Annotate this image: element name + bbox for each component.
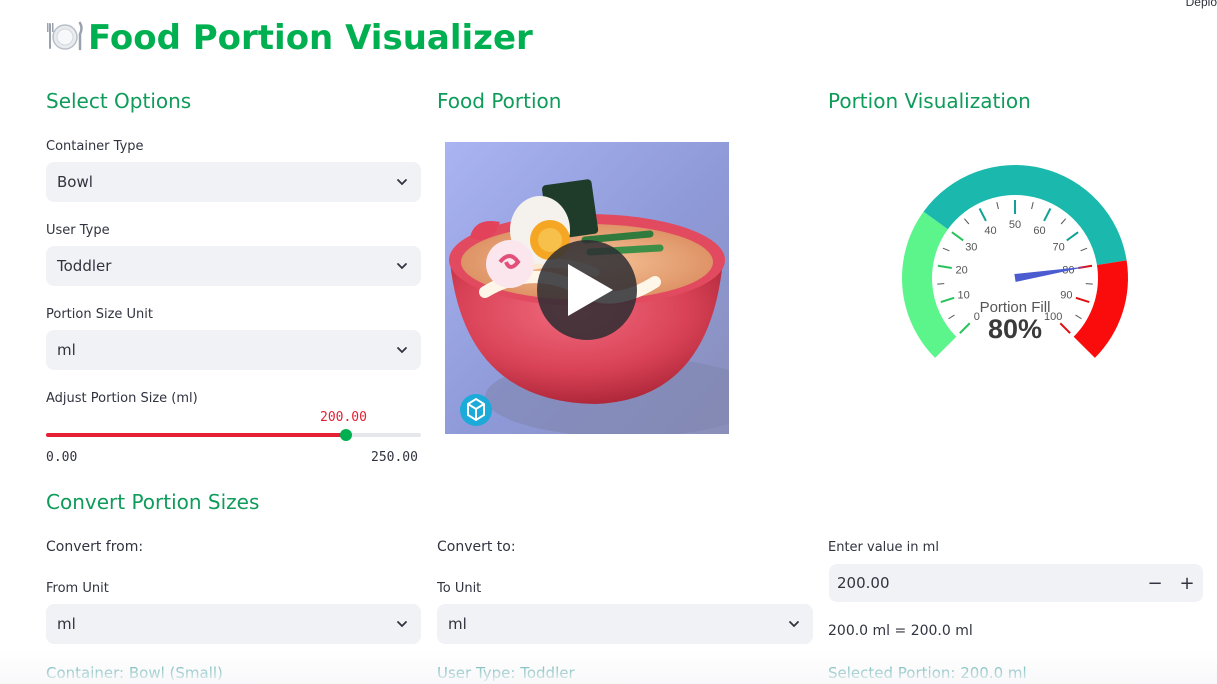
portion-gauge: 0102030405060708090100 Portion Fill 80% [902,165,1128,358]
slider-min-label: 0.00 [46,450,78,465]
increment-button[interactable]: + [1171,564,1203,602]
user-type-label: User Type [46,223,110,238]
chevron-down-icon [789,621,799,628]
chevron-down-icon [397,179,407,186]
portion-slider-track[interactable] [46,433,421,437]
page-title: Food Portion Visualizer [46,18,533,58]
decrement-button[interactable]: − [1139,564,1171,602]
portion-unit-value: ml [57,341,76,359]
conversion-result: 200.0 ml = 200.0 ml [828,623,973,639]
user-type-value: Toddler [57,257,112,275]
user-type-select[interactable]: Toddler [46,246,421,286]
gauge-tick-label: 60 [1033,225,1045,237]
from-unit-label: From Unit [46,581,109,596]
chevron-down-icon [397,263,407,270]
plate-cutlery-icon [46,19,84,53]
container-summary: Container: Bowl (Small) [46,664,223,682]
portion-slider-label: Adjust Portion Size (ml) [46,391,198,406]
portion-slider-fill [46,433,346,437]
gauge-tick-label: 10 [958,290,970,302]
food-portion-heading: Food Portion [437,89,562,113]
gauge-tick-label: 40 [984,225,996,237]
portion-visualization-heading: Portion Visualization [828,89,1031,113]
convert-heading: Convert Portion Sizes [46,490,260,514]
convert-value-text[interactable]: 200.00 [829,574,1139,592]
food-3d-viewer[interactable] [445,142,729,434]
chevron-down-icon [397,621,407,628]
to-unit-select[interactable]: ml [437,604,813,644]
to-unit-label: To Unit [437,581,482,596]
deploy-button[interactable]: Deplo [1186,0,1217,9]
gauge-tick-label: 20 [956,265,968,277]
gauge-tick [1085,283,1093,285]
convert-input-label: Enter value in ml [828,540,939,555]
portion-unit-select[interactable]: ml [46,330,421,370]
convert-from-caption: Convert from: [46,539,144,555]
portion-slider-thumb[interactable] [340,429,352,441]
gauge-tick-label: 50 [1009,219,1021,231]
gauge-tick [937,283,945,285]
ramen-bowl-image [445,142,729,434]
gauge-tick-label: 30 [965,241,977,253]
gauge-value: 80% [988,314,1042,344]
container-type-select[interactable]: Bowl [46,162,421,202]
portion-slider-value: 200.00 [320,410,367,425]
portion-unit-label: Portion Size Unit [46,307,153,322]
from-unit-select[interactable]: ml [46,604,421,644]
gauge-tick-label: 90 [1060,290,1072,302]
container-type-label: Container Type [46,139,144,154]
chevron-down-icon [397,347,407,354]
from-unit-value: ml [57,615,76,633]
container-type-value: Bowl [57,173,93,191]
convert-to-caption: Convert to: [437,539,516,555]
selected-portion-summary: Selected Portion: 200.0 ml [828,664,1027,682]
convert-value-input[interactable]: 200.00 − + [829,564,1203,602]
user-type-summary: User Type: Toddler [437,664,575,682]
to-unit-value: ml [448,615,467,633]
select-options-heading: Select Options [46,89,192,113]
slider-max-label: 250.00 [371,450,418,465]
page-title-text: Food Portion Visualizer [88,18,533,58]
gauge-tick-label: 70 [1053,241,1065,253]
